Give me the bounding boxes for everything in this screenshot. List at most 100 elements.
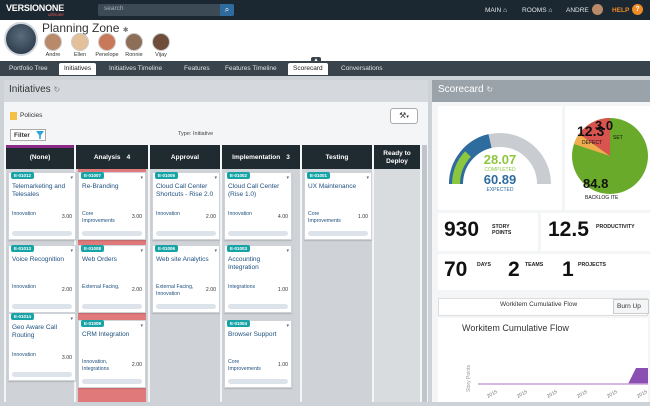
user-avatar[interactable] <box>592 4 603 15</box>
board-scrollbar[interactable] <box>422 145 427 402</box>
chevron-down-icon[interactable]: ▾ <box>140 248 143 254</box>
policies-link[interactable]: Policies <box>20 112 42 119</box>
help-icon[interactable]: ? <box>632 4 643 15</box>
tab-portfolio-tree[interactable]: Portfolio Tree <box>4 63 53 75</box>
initiative-card[interactable]: E-01014 ▾ Geo Aware Call Routing Innovation… <box>8 313 76 381</box>
scorecard-title-text: Scorecard <box>438 84 484 95</box>
card-theme: Core Improvements <box>82 211 115 224</box>
column-header: Ready to Deploy <box>374 145 420 169</box>
initiatives-panel-header <box>4 80 428 102</box>
card-estimate: 1.00 <box>357 214 368 220</box>
member-avatar[interactable] <box>71 33 89 51</box>
chevron-down-icon[interactable]: ▾ <box>140 175 143 181</box>
initiative-card[interactable]: E-01003 ▾ Accounting Integration Integratio… <box>224 245 292 313</box>
chevron-down-icon[interactable]: ▾ <box>214 175 217 181</box>
initiatives-title-text: Initiatives <box>9 84 51 95</box>
card-title[interactable]: Accounting Integration <box>228 256 288 272</box>
card-id-badge: E-01014 <box>11 313 35 320</box>
initiative-card[interactable]: E-01001 ▾ UX Maintenance Core Improvements 1… <box>304 172 372 240</box>
card-title[interactable]: Re-Branding <box>82 183 142 191</box>
card-progress-bar <box>156 231 216 236</box>
projects-label: PROJECTS <box>578 262 606 268</box>
card-estimate: 1.00 <box>277 287 288 293</box>
card-progress-bar <box>228 379 288 384</box>
refresh-icon[interactable]: ↻ <box>486 85 493 94</box>
card-progress-bar <box>156 304 216 309</box>
chevron-down-icon[interactable]: ▾ <box>70 248 73 254</box>
tab-scorecard[interactable]: Scorecard <box>288 63 328 75</box>
tab-burn-up[interactable]: Burn Up <box>613 299 649 314</box>
column-title: Testing <box>325 154 349 161</box>
card-title[interactable]: Voice Recognition <box>12 256 72 264</box>
initiative-card[interactable]: E-01002 ▾ Cloud Call Center (Rise 1.0) Inno… <box>224 172 292 240</box>
tab-initiatives[interactable]: Initiatives <box>59 63 97 75</box>
initiative-card[interactable]: E-01007 ▾ Re-Branding Core Improvements 3.00 <box>78 172 146 240</box>
column-title: Ready to Deploy <box>383 150 411 165</box>
refresh-icon[interactable]: ↻ <box>53 85 60 94</box>
card-estimate: 1.00 <box>277 362 288 368</box>
initiative-card[interactable]: E-01005 ▾ Cloud Call Center Shortcuts - Ri… <box>152 172 220 240</box>
search-icon[interactable]: ⌕ <box>220 4 234 16</box>
chevron-down-icon[interactable]: ▾ <box>70 316 73 322</box>
initiative-card[interactable]: E-01012 ▾ Telemarketing and Telesales Innov… <box>8 172 76 240</box>
column-header: Approval <box>150 145 220 169</box>
chevron-down-icon[interactable]: ▾ <box>286 175 289 181</box>
card-estimate: 2.00 <box>131 287 142 293</box>
initiative-card[interactable]: E-01013 ▾ Voice Recognition Innovation 2.00 <box>8 245 76 313</box>
expected-label: EXPECTED <box>487 187 514 193</box>
card-title[interactable]: Geo Aware Call Routing <box>12 324 72 340</box>
cf-xtick: 2015 <box>576 389 589 400</box>
column-accent-bar <box>6 145 74 148</box>
card-title[interactable]: CRM Integration <box>82 331 142 339</box>
card-theme: Innovation <box>156 211 180 217</box>
member-avatar[interactable] <box>152 33 170 51</box>
card-estimate: 3.00 <box>61 214 72 220</box>
chevron-down-icon[interactable]: ▾ <box>286 248 289 254</box>
tab-conversations[interactable]: Conversations <box>336 63 388 75</box>
cf-xtick: 2015 <box>636 389 648 400</box>
nav-main[interactable]: MAIN ⌂ <box>485 7 507 14</box>
card-title[interactable]: Browser Support <box>228 331 288 339</box>
chevron-down-icon[interactable]: ▾ <box>366 175 369 181</box>
pie-bottom-value: 84.8 <box>583 176 608 191</box>
member-avatar[interactable] <box>44 33 62 51</box>
card-theme: Innovation <box>228 211 252 217</box>
card-id-badge: E-01005 <box>155 172 179 179</box>
card-theme: Innovation <box>12 284 36 290</box>
card-title[interactable]: Cloud Call Center (Rise 1.0) <box>228 183 288 199</box>
card-title[interactable]: Cloud Call Center Shortcuts - Rise 2.0 <box>156 183 216 199</box>
card-estimate: 4.00 <box>277 214 288 220</box>
tab-cumulative-flow[interactable]: Workitem Cumulative Flow <box>500 301 577 308</box>
initiative-card[interactable]: E-01004 ▾ Browser Support Core Improvements… <box>224 320 292 388</box>
card-id-badge: E-01006 <box>155 245 179 252</box>
card-title[interactable]: UX Maintenance <box>308 183 368 191</box>
initiative-card[interactable]: E-01006 ▾ Web site Analytics External Facin… <box>152 245 220 313</box>
chevron-down-icon[interactable]: ▾ <box>286 323 289 329</box>
scorecard-title: Scorecard ↻ <box>438 84 493 95</box>
cf-xtick: 2015 <box>486 389 499 400</box>
initiative-card[interactable]: E-01009 ▾ CRM Integration Innovation, Integ… <box>78 320 146 388</box>
card-progress-bar <box>308 231 368 236</box>
settings-icon[interactable]: ✱ <box>123 27 129 34</box>
nav-user[interactable]: ANDRE <box>566 7 589 14</box>
column-title: Analysis <box>93 154 121 161</box>
story-points-label: STORY POINTS <box>492 224 512 236</box>
member-avatar[interactable] <box>125 33 143 51</box>
wrench-icon[interactable]: ⚒▾ <box>390 108 418 124</box>
chevron-down-icon[interactable]: ▾ <box>214 248 217 254</box>
card-progress-bar <box>12 304 72 309</box>
pie-bottom-label: BACKLOG ITE <box>585 195 619 201</box>
card-title[interactable]: Telemarketing and Telesales <box>12 183 72 199</box>
initiative-card[interactable]: E-01008 ▾ Web Orders External Facing, 2.00 <box>78 245 146 313</box>
card-title[interactable]: Web Orders <box>82 256 142 264</box>
tab-features-timeline[interactable]: Features Timeline <box>220 63 282 75</box>
card-title[interactable]: Web site Analytics <box>156 256 216 264</box>
chevron-down-icon[interactable]: ▾ <box>70 175 73 181</box>
initiatives-title: Initiatives ↻ <box>9 84 60 95</box>
member-avatar[interactable] <box>98 33 116 51</box>
help-link[interactable]: HELP <box>612 7 629 14</box>
chevron-down-icon[interactable]: ▾ <box>140 323 143 329</box>
nav-rooms[interactable]: ROOMS ⌂ <box>522 7 552 14</box>
tab-features[interactable]: Features <box>179 63 215 75</box>
tab-initiatives-timeline[interactable]: Initiatives Timeline <box>104 63 167 75</box>
